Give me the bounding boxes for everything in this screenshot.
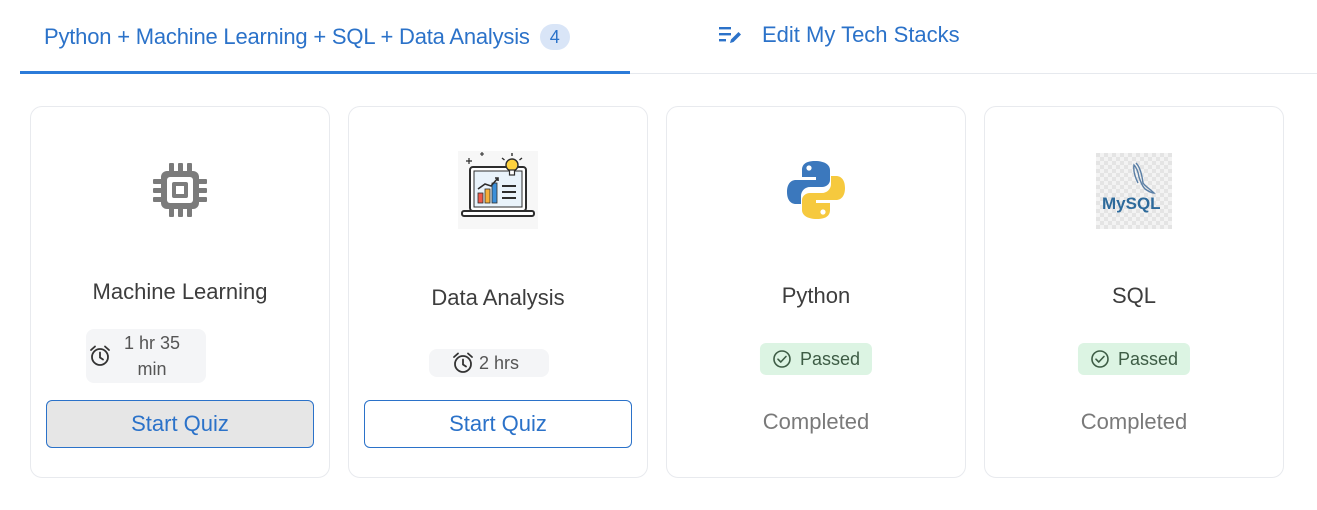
edit-tech-stacks-label: Edit My Tech Stacks: [762, 22, 960, 47]
check-circle-icon: [773, 350, 791, 368]
passed-badge: Passed: [1077, 343, 1191, 375]
card-title: Data Analysis: [431, 285, 565, 310]
quiz-card-machine-learning: Machine Learning 1 hr 35 min Start Quiz: [30, 106, 330, 478]
python-logo-icon: [787, 161, 845, 219]
quiz-card-python: Python Passed Completed: [666, 106, 966, 478]
duration-text: 2 hrs: [479, 352, 520, 373]
start-quiz-button[interactable]: Start Quiz: [364, 400, 632, 448]
check-circle-icon: [1091, 350, 1109, 368]
duration-text-line2: min: [137, 359, 167, 379]
quiz-card-data-analysis: Data Analysis 2 hrs Start Quiz: [348, 106, 648, 478]
card-title: Python: [781, 283, 851, 308]
mysql-logo-icon: MySQL: [1096, 153, 1172, 229]
start-quiz-button[interactable]: Start Quiz: [46, 400, 314, 448]
tab-tech-stack[interactable]: Python + Machine Learning + SQL + Data A…: [20, 0, 630, 74]
data-analysis-laptop-icon: [458, 151, 538, 229]
passed-badge: Passed: [759, 343, 873, 375]
completed-label: Completed: [1080, 409, 1188, 434]
alarm-clock-icon: [453, 352, 473, 373]
chip-icon: [153, 163, 207, 217]
duration-badge: 2 hrs: [429, 349, 549, 377]
duration-badge: 1 hr 35 min: [86, 329, 206, 383]
edit-tech-stacks-button[interactable]: Edit My Tech Stacks: [718, 22, 960, 48]
quiz-card-sql: MySQL SQL Passed Completed: [984, 106, 1284, 478]
edit-list-icon: [719, 27, 741, 43]
duration-text-line1: 1 hr 35: [124, 333, 181, 353]
tab-count-badge: 4: [539, 24, 570, 50]
card-title: SQL: [1111, 283, 1157, 308]
mysql-logo-text: MySQL: [1102, 194, 1161, 213]
tab-bar: Python + Machine Learning + SQL + Data A…: [20, 0, 1317, 74]
completed-label: Completed: [762, 409, 870, 434]
passed-label: Passed: [1117, 348, 1179, 369]
card-title: Machine Learning: [92, 279, 268, 304]
alarm-clock-icon: [90, 345, 110, 366]
passed-label: Passed: [799, 348, 861, 369]
quiz-card-list: Machine Learning 1 hr 35 min Start Quiz: [30, 106, 1290, 478]
tab-tech-stack-label: Python + Machine Learning + SQL + Data A…: [44, 24, 530, 49]
